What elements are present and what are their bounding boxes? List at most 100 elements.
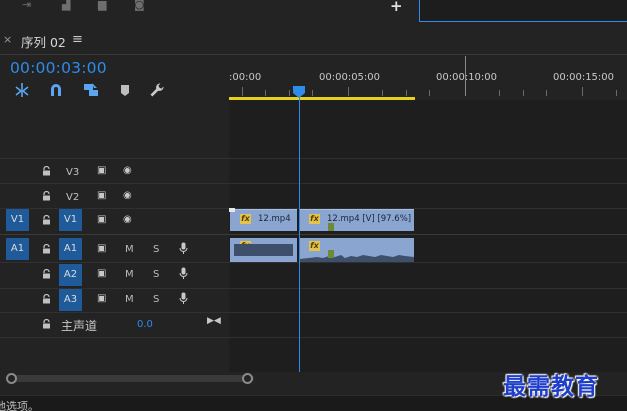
marker-icon[interactable] [116, 81, 134, 99]
insert-icon[interactable]: ⇥ [22, 0, 36, 10]
time-ruler[interactable]: :00:00 00:00:05:00 00:00:10:00 00:00:15:… [229, 56, 627, 100]
track-target-a1[interactable]: A1 [59, 238, 82, 260]
ruler-tick [429, 90, 430, 96]
extract-icon[interactable]: ▆ [98, 0, 112, 10]
ruler-tick [265, 90, 266, 96]
program-monitor-panel[interactable] [419, 0, 627, 22]
sync-lock-icon[interactable]: ▣ [97, 215, 106, 225]
playhead-handle[interactable] [293, 86, 305, 98]
ruler-tick [546, 90, 547, 96]
panel-menu-icon[interactable]: ≡ [72, 32, 83, 47]
row-divider [0, 183, 627, 184]
sync-lock-icon[interactable]: ▣ [97, 244, 106, 254]
sync-lock-icon[interactable]: ▣ [97, 294, 106, 304]
eye-icon[interactable]: ◉ [123, 191, 132, 201]
ruler-tick [382, 90, 383, 96]
sync-lock-icon[interactable]: ▣ [97, 191, 106, 201]
keyframe-marker[interactable] [328, 223, 334, 231]
lock-icon[interactable] [42, 166, 51, 176]
row-divider [0, 158, 627, 159]
microphone-icon[interactable] [179, 242, 188, 255]
audio-clip[interactable]: fx [299, 238, 414, 262]
ruler-tick [616, 90, 617, 96]
lock-icon[interactable] [42, 215, 51, 225]
ruler-label-3: 00:00:15:00 [553, 72, 615, 83]
row-divider [0, 337, 627, 338]
video-clip[interactable]: fx 12.mp4 [V] [97.6%] [299, 209, 414, 231]
microphone-icon[interactable] [179, 267, 188, 280]
lock-icon[interactable] [42, 191, 51, 201]
linked-selection-icon[interactable] [82, 81, 100, 99]
row-divider [0, 312, 627, 313]
master-track-label: 主声道 [61, 319, 98, 333]
add-button[interactable]: + [390, 0, 403, 14]
camera-icon[interactable]: ◙ [134, 0, 148, 10]
track-target-a3[interactable]: A3 [59, 289, 82, 311]
fx-badge: fx [309, 214, 320, 224]
track-target-v1[interactable]: V1 [59, 209, 82, 231]
magnet-icon[interactable] [47, 81, 65, 99]
mute-button[interactable]: M [125, 269, 134, 280]
wrench-icon[interactable] [148, 81, 166, 99]
header-divider [0, 54, 627, 55]
audio-clip[interactable]: fx [230, 238, 297, 262]
status-text: 他选项。 [0, 400, 39, 411]
mute-button[interactable]: M [125, 294, 134, 305]
audio-waveform [234, 244, 293, 256]
lock-icon[interactable] [42, 319, 51, 329]
track-target-a2[interactable]: A2 [59, 264, 82, 286]
track-label-v2[interactable]: V2 [66, 192, 79, 203]
clip-edge-marker [229, 208, 235, 212]
lock-icon[interactable] [42, 269, 51, 279]
lock-icon[interactable] [42, 244, 51, 254]
source-patch-a1[interactable]: A1 [6, 238, 29, 260]
row-divider [0, 262, 627, 263]
solo-button[interactable]: S [153, 269, 159, 280]
clip-name: 12.mp4 [258, 214, 291, 224]
snap-icon[interactable] [13, 81, 31, 99]
sync-lock-icon[interactable]: ▣ [97, 269, 106, 279]
scroll-right-handle[interactable] [242, 373, 253, 384]
track-label-v3[interactable]: V3 [66, 167, 79, 178]
eye-icon[interactable]: ◉ [123, 215, 132, 225]
ruler-major-tick [465, 56, 466, 96]
solo-button[interactable]: S [153, 294, 159, 305]
clip-name: 12.mp4 [V] [97.6%] [327, 214, 412, 224]
panel-header: × 序列 02 ≡ [0, 28, 627, 52]
lift-icon[interactable]: ▟ [62, 0, 76, 10]
video-audio-divider [0, 234, 627, 235]
keyframe-marker[interactable] [328, 250, 334, 258]
go-to-point-icon[interactable]: ▶◀ [207, 316, 221, 326]
ruler-tick [242, 87, 243, 96]
sync-lock-icon[interactable]: ▣ [97, 166, 106, 176]
master-volume-value[interactable]: 0.0 [137, 319, 153, 330]
track-area[interactable] [229, 100, 627, 372]
playhead-timecode[interactable]: 00:00:03:00 [10, 59, 107, 77]
ruler-tick [523, 90, 524, 96]
playhead-line[interactable] [298, 95, 300, 372]
lock-icon[interactable] [42, 294, 51, 304]
eye-icon[interactable]: ◉ [123, 166, 132, 176]
video-clip[interactable]: fx 12.mp4 [230, 209, 297, 231]
source-patch-v1[interactable]: V1 [6, 209, 29, 231]
ruler-label-0: :00:00 [229, 72, 262, 83]
sequence-tab-title[interactable]: 序列 02 [21, 32, 66, 51]
ruler-label-1: 00:00:05:00 [319, 72, 381, 83]
ruler-tick [289, 90, 290, 96]
ruler-tick [499, 90, 500, 96]
ruler-tick [406, 90, 407, 96]
fx-badge: fx [240, 214, 251, 224]
solo-button[interactable]: S [153, 244, 159, 255]
ruler-tick [348, 87, 349, 96]
watermark-logo: 最需教育 [503, 373, 599, 400]
mute-button[interactable]: M [125, 244, 134, 255]
ruler-tick [312, 90, 313, 96]
microphone-icon[interactable] [179, 292, 188, 305]
top-toolbar: ⇥ ▟ ▆ ◙ + [0, 0, 627, 22]
row-divider [0, 288, 627, 289]
scroll-left-handle[interactable] [6, 373, 17, 384]
scroll-thumb[interactable] [8, 375, 254, 382]
audio-waveform [299, 255, 414, 262]
ruler-tick [582, 87, 583, 96]
close-tab-button[interactable]: × [3, 33, 12, 46]
